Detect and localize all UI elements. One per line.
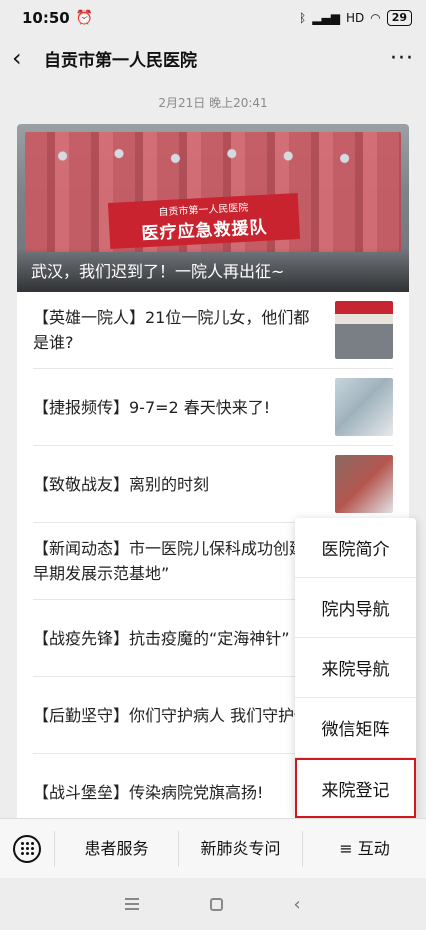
menu-tab-patient-service[interactable]: 患者服务 — [54, 830, 178, 867]
keyboard-toggle[interactable] — [0, 834, 54, 863]
menu-item-visit-registration[interactable]: 来院登记 — [295, 758, 416, 818]
article-thumbnail — [335, 301, 393, 359]
battery-indicator: 29 — [386, 10, 412, 26]
chevron-left-icon[interactable]: ‹ — [12, 44, 40, 72]
hero-caption: 武汉，我们迟到了！一院人再出征~ — [17, 248, 409, 292]
article-title: 【英雄一院人】21位一院儿女，他们都是谁? — [33, 308, 310, 352]
article-item[interactable]: 【捷报频传】9-7=2 春天快来了! — [33, 369, 393, 446]
menu-item-hospital-intro[interactable]: 医院简介 — [295, 518, 416, 578]
status-time: 10:50 — [22, 9, 70, 27]
signal-icon: ▂▄▆ — [312, 11, 340, 25]
bottom-menu: 患者服务 新肺炎专问 ≡ 互动 — [0, 818, 426, 878]
keyboard-icon — [13, 834, 41, 863]
menu-icon[interactable] — [125, 898, 140, 910]
wifi-icon: ◠ — [370, 11, 381, 25]
interact-submenu: 医院简介 院内导航 来院导航 微信矩阵 来院登记 — [295, 518, 416, 818]
article-thumbnail — [335, 455, 393, 513]
menu-item-route-navigation[interactable]: 来院导航 — [295, 638, 416, 698]
menu-item-indoor-navigation[interactable]: 院内导航 — [295, 578, 416, 638]
message-timestamp: 2月21日 晚上20:41 — [158, 96, 268, 110]
page-title: 自贡市第一人民医院 — [44, 50, 197, 71]
article-item[interactable]: 【英雄一院人】21位一院儿女，他们都是谁? — [33, 292, 393, 369]
bluetooth-icon: ᛒ — [299, 11, 307, 25]
nav-bar: ‹ 自贡市第一人民医院 ··· — [0, 36, 426, 80]
system-nav-bar: ‹ — [0, 878, 426, 930]
alarm-icon: ⏰ — [75, 10, 94, 26]
menu-tab-interact[interactable]: ≡ 互动 — [302, 830, 426, 867]
more-button[interactable]: ··· — [390, 46, 414, 71]
back-icon[interactable]: ‹ — [293, 894, 300, 915]
status-icons: ᛒ ▂▄▆ HD ◠ 29 — [299, 10, 412, 26]
article-title: 【致敬战友】离别的时刻 — [33, 474, 210, 494]
article-item[interactable]: 【致敬战友】离别的时刻 — [33, 446, 393, 523]
home-icon[interactable] — [209, 897, 223, 911]
article-title: 【捷报频传】9-7=2 春天快来了! — [33, 397, 271, 417]
status-bar: 10:50 ⏰ ᛒ ▂▄▆ HD ◠ 29 — [0, 0, 426, 36]
signal-label: HD — [345, 11, 365, 25]
banner-line2: 医疗应急救援队 — [141, 217, 268, 245]
menu-item-wechat-matrix[interactable]: 微信矩阵 — [295, 698, 416, 758]
menu-tab-covid-consult[interactable]: 新肺炎专问 — [178, 830, 302, 867]
hero-article[interactable]: 自贡市第一人民医院 医疗应急救援队 武汉，我们迟到了！一院人再出征~ — [17, 124, 409, 292]
article-thumbnail — [335, 378, 393, 436]
